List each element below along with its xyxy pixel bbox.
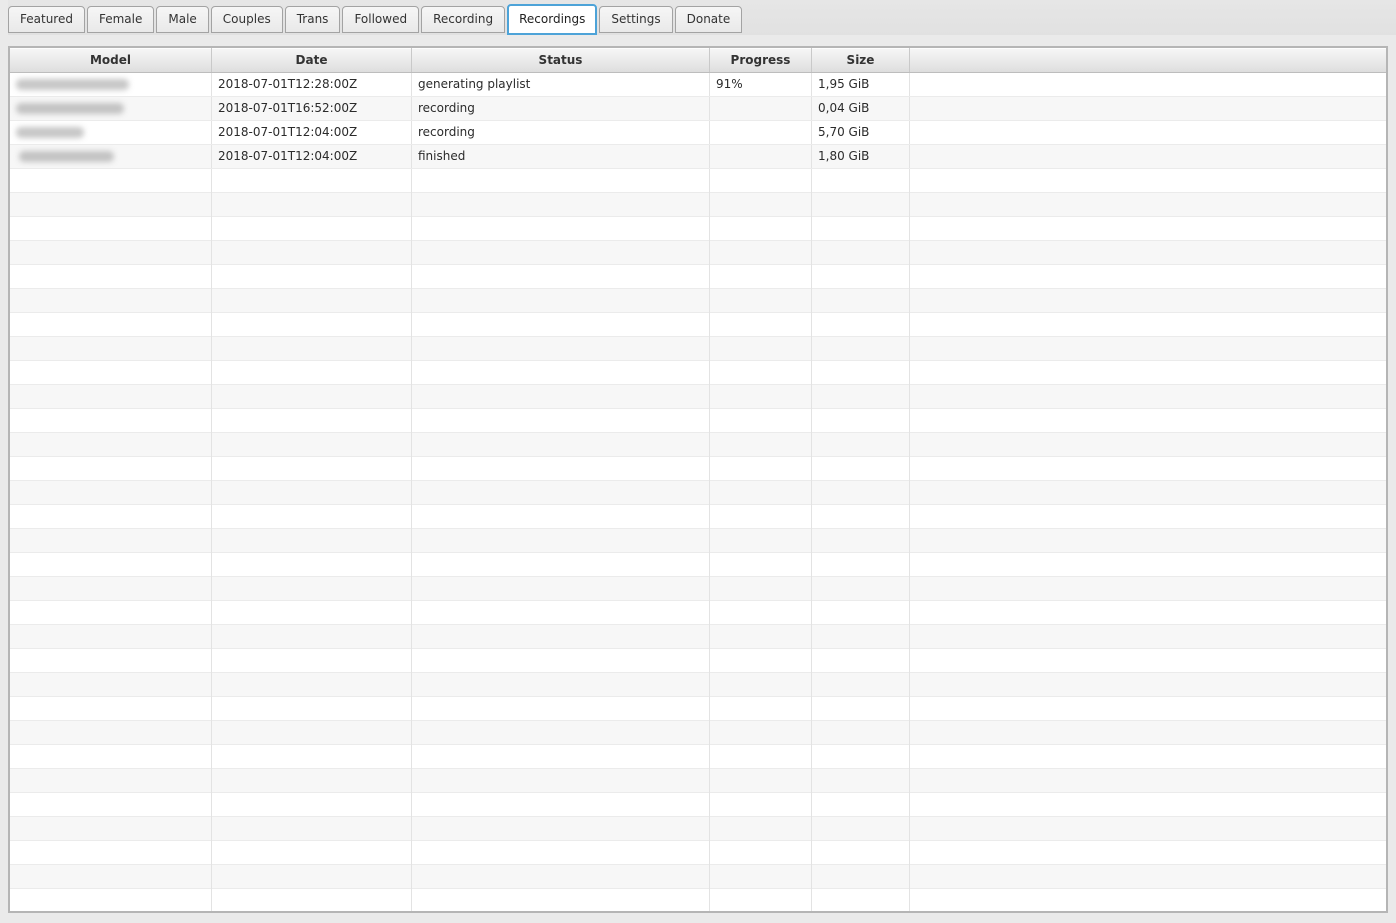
empty-column [910,169,1386,911]
spacer-cell [910,121,1386,144]
spacer-cell [910,73,1386,96]
progress-cell [710,97,812,120]
tab-bar: Featured Female Male Couples Trans Follo… [8,0,1396,35]
spacer-cell [910,145,1386,168]
progress-cell: 91% [710,73,812,96]
tab-couples[interactable]: Couples [211,6,283,33]
model-cell [10,97,212,120]
column-header-model[interactable]: Model [10,48,212,72]
empty-column [10,169,212,911]
model-cell [10,73,212,96]
date-cell: 2018-07-01T12:04:00Z [212,145,412,168]
size-cell: 1,80 GiB [812,145,910,168]
column-header-progress[interactable]: Progress [710,48,812,72]
spacer-cell [910,97,1386,120]
size-cell: 1,95 GiB [812,73,910,96]
status-cell: recording [412,121,710,144]
tab-followed[interactable]: Followed [342,6,419,33]
column-header-size[interactable]: Size [812,48,910,72]
table-body: 2018-07-01T12:28:00Z generating playlist… [10,73,1386,169]
size-cell: 0,04 GiB [812,97,910,120]
progress-cell [710,121,812,144]
empty-column [710,169,812,911]
redacted-model-name [16,103,124,114]
column-header-spacer [910,48,1386,72]
redacted-model-name [16,127,84,138]
column-header-date[interactable]: Date [212,48,412,72]
recording-row[interactable]: 2018-07-01T16:52:00Z recording 0,04 GiB [10,97,1386,121]
model-cell [10,121,212,144]
tab-recording[interactable]: Recording [421,6,505,33]
tab-female[interactable]: Female [87,6,154,33]
status-cell: recording [412,97,710,120]
recordings-table: Model Date Status Progress Size 2018-07-… [8,46,1388,913]
tab-donate[interactable]: Donate [675,6,743,33]
redacted-model-name [16,79,129,90]
tab-trans[interactable]: Trans [285,6,341,33]
date-cell: 2018-07-01T16:52:00Z [212,97,412,120]
tab-recordings[interactable]: Recordings [507,4,597,35]
recording-row[interactable]: 2018-07-01T12:04:00Z recording 5,70 GiB [10,121,1386,145]
tab-featured[interactable]: Featured [8,6,85,33]
recording-row[interactable]: 2018-07-01T12:28:00Z generating playlist… [10,73,1386,97]
empty-column [212,169,412,911]
date-cell: 2018-07-01T12:04:00Z [212,121,412,144]
recordings-app-window: Featured Female Male Couples Trans Follo… [0,0,1396,923]
empty-column [412,169,710,911]
table-header-row: Model Date Status Progress Size [10,48,1386,73]
redacted-model-name [19,151,114,162]
model-cell [10,145,212,168]
status-cell: generating playlist [412,73,710,96]
progress-cell [710,145,812,168]
tab-settings[interactable]: Settings [599,6,672,33]
date-cell: 2018-07-01T12:28:00Z [212,73,412,96]
size-cell: 5,70 GiB [812,121,910,144]
recording-row[interactable]: 2018-07-01T12:04:00Z finished 1,80 GiB [10,145,1386,169]
tab-male[interactable]: Male [156,6,208,33]
empty-rows-area [10,169,1386,911]
column-header-status[interactable]: Status [412,48,710,72]
status-cell: finished [412,145,710,168]
empty-column [812,169,910,911]
